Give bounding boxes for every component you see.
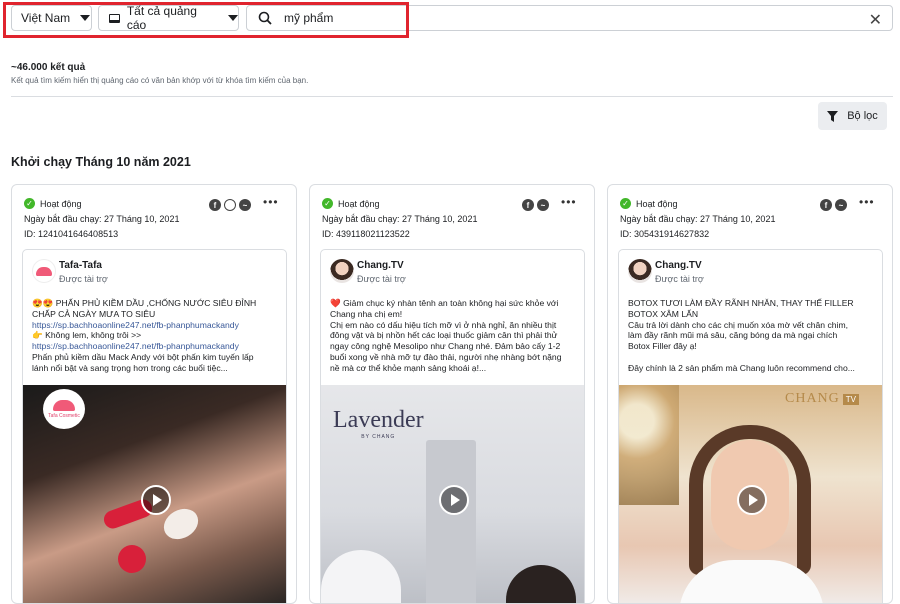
brand-logo-text: CHANG — [785, 391, 840, 406]
ad-text: BOTOX TƯƠI LÀM ĐẦY RÃNH NHĂN, THAY THẾ F… — [628, 298, 878, 374]
start-date: Ngày bắt đầu chạy: 27 Tháng 10, 2021 — [24, 214, 180, 224]
brand-logo: Tafa Cosmetic — [43, 389, 85, 429]
results-subtitle: Kết quả tìm kiếm hiển thị quảng cáo có v… — [11, 76, 309, 85]
brand-logo-text: Lavender — [333, 407, 424, 433]
page-name[interactable]: Chang.TV — [655, 260, 702, 271]
messenger-icon: ~ — [835, 199, 847, 211]
ad-id: ID: 305431914627832 — [620, 229, 710, 239]
filter-bar: Việt Nam Tất cả quảng cáo mỹ phẩm ✕ — [0, 0, 900, 40]
more-options-icon[interactable]: ••• — [859, 195, 875, 209]
status-badge: ✓ Hoạt động — [24, 198, 82, 209]
ad-link[interactable]: https://sp.bachhoaonline247.net/fb-phanp… — [32, 320, 282, 331]
play-icon[interactable] — [438, 485, 469, 515]
ad-preview[interactable]: Chang.TV Được tài trợ BOTOX TƯƠI LÀM ĐẦY… — [618, 249, 883, 603]
ad-text-line: buổi xong về nhà mỡ tự đào thải, người n… — [330, 351, 562, 362]
platform-icons: f ~ — [522, 199, 549, 211]
decoration — [426, 440, 476, 603]
decoration — [118, 545, 146, 573]
ad-preview[interactable]: Tafa-Tafa Được tài trợ 😍😍 PHẤN PHỦ KIỀM … — [22, 249, 287, 603]
ad-text-line: Câu trả lời dành cho các chị muốn xóa mờ… — [628, 319, 849, 330]
decoration — [619, 385, 679, 505]
facebook-icon: f — [820, 199, 832, 211]
ad-video[interactable]: Tafa Cosmetic — [23, 385, 286, 603]
brand-logo-subtext: TV — [842, 393, 860, 405]
ad-text-line: Đây chính là 2 sản phẩm mà Chang luôn re… — [628, 362, 855, 373]
ad-text-line: Chị em nào có dấu hiệu tích mỡ vì ở nhà … — [330, 319, 557, 330]
status-badge: ✓ Hoạt động — [322, 198, 380, 209]
ad-text: 😍😍 PHẤN PHỦ KIỀM DẦU ,CHỐNG NƯỚC SIÊU ĐỈ… — [32, 298, 282, 374]
ad-card: ✓ Hoạt động f ~ ••• Ngày bắt đầu chạy: 2… — [309, 184, 595, 604]
ad-text-line: làm đầy rãnh mũi má sâu, căng bóng da mà… — [628, 330, 838, 341]
ad-text-line: 😍😍 PHẤN PHỦ KIỀM DẦU ,CHỐNG NƯỚC SIÊU ĐỈ… — [32, 298, 257, 308]
ad-link[interactable]: https://sp.bachhoaonline247.net/fb-phanp… — [32, 341, 282, 352]
decoration — [506, 565, 576, 603]
brand-logo-text: Tafa Cosmetic — [48, 412, 80, 419]
highlight-box — [3, 2, 409, 38]
play-icon[interactable] — [140, 485, 171, 515]
facebook-icon: f — [522, 199, 534, 211]
status-label: Hoạt động — [40, 198, 82, 209]
check-icon: ✓ — [24, 198, 35, 209]
platform-icons: f ~ — [209, 199, 251, 211]
platform-icons: f ~ — [820, 199, 847, 211]
ad-card: ✓ Hoạt động f ~ ••• Ngày bắt đầu chạy: 2… — [607, 184, 893, 604]
page-name[interactable]: Chang.TV — [357, 260, 404, 271]
section-title: Khởi chạy Tháng 10 năm 2021 — [11, 155, 191, 169]
ad-id: ID: 1241041646408513 — [24, 229, 119, 239]
start-date: Ngày bắt đầu chạy: 27 Tháng 10, 2021 — [322, 214, 478, 224]
audience-network-icon — [224, 199, 236, 211]
filter-button-label: Bộ lọc — [847, 110, 878, 122]
decoration — [321, 550, 401, 603]
ad-preview[interactable]: Chang.TV Được tài trợ ❤️ Giảm chục ký nh… — [320, 249, 585, 603]
brand-logo-subtext: BY CHANG — [361, 434, 396, 440]
page-name[interactable]: Tafa-Tafa — [59, 260, 102, 271]
brand-logo: CHANG TV — [785, 391, 860, 407]
close-icon[interactable]: ✕ — [869, 10, 882, 30]
sponsored-label: Được tài trợ — [655, 274, 704, 284]
ad-id: ID: 439118021123522 — [322, 229, 410, 239]
start-date: Ngày bắt đầu chạy: 27 Tháng 10, 2021 — [620, 214, 776, 224]
ad-card: ✓ Hoạt động f ~ ••• Ngày bắt đầu chạy: 2… — [11, 184, 297, 604]
avatar — [330, 259, 354, 283]
more-options-icon[interactable]: ••• — [263, 195, 279, 209]
messenger-icon: ~ — [537, 199, 549, 211]
ad-text-line: Phấn phủ kiềm dầu Mack Andy với bột phấn… — [32, 351, 254, 362]
ad-text-line: CHẤP CẢ NGÀY MƯA TO SIÊU — [32, 308, 156, 319]
ad-text: ❤️ Giảm chục ký nhàn tênh an toàn không … — [330, 298, 580, 374]
ad-text-line: lánh nổi bật và sang trọng hơn trong các… — [32, 362, 228, 373]
ad-text-line: đông vật và bị nhồn hết các loại thuốc g… — [330, 330, 558, 341]
ad-video[interactable]: CHANG TV — [619, 385, 882, 603]
ad-text-line: BOTOX TƯƠI LÀM ĐẦY RÃNH NHĂN, THAY THẾ F… — [628, 298, 854, 308]
filter-button[interactable]: Bộ lọc — [818, 102, 887, 130]
results-count: ~46.000 kết quả — [11, 62, 86, 73]
avatar — [32, 259, 56, 283]
ad-video[interactable]: Lavender BY CHANG — [321, 385, 584, 603]
ad-text-line: ❤️ Giảm chục ký nhàn tênh an toàn không … — [330, 298, 559, 308]
ad-text-line: 👉 Không lem, không trôi >> — [32, 330, 142, 341]
ad-text-line: ngay công nghệ Mesolipo như Chang nhé. Đ… — [330, 341, 561, 352]
brand-logo: Lavender BY CHANG — [333, 407, 424, 440]
ad-text-line — [628, 352, 878, 363]
messenger-icon: ~ — [239, 199, 251, 211]
ad-text-line: nề mà cơ thể khỏe mạnh sảng khoái ạ!... — [330, 362, 487, 373]
ad-text-line: BOTOX XÂM LẤN — [628, 308, 699, 319]
facebook-icon: f — [209, 199, 221, 211]
filter-icon — [827, 110, 839, 122]
status-label: Hoạt động — [338, 198, 380, 209]
avatar — [628, 259, 652, 283]
divider — [11, 96, 893, 97]
ad-text-line: Botox Filler đây ạ! — [628, 341, 697, 352]
status-label: Hoạt động — [636, 198, 678, 209]
more-options-icon[interactable]: ••• — [561, 195, 577, 209]
check-icon: ✓ — [620, 198, 631, 209]
sponsored-label: Được tài trợ — [59, 274, 108, 284]
check-icon: ✓ — [322, 198, 333, 209]
ad-text-line: Chang nha chị em! — [330, 308, 403, 319]
status-badge: ✓ Hoạt động — [620, 198, 678, 209]
sponsored-label: Được tài trợ — [357, 274, 406, 284]
play-icon[interactable] — [736, 485, 767, 515]
